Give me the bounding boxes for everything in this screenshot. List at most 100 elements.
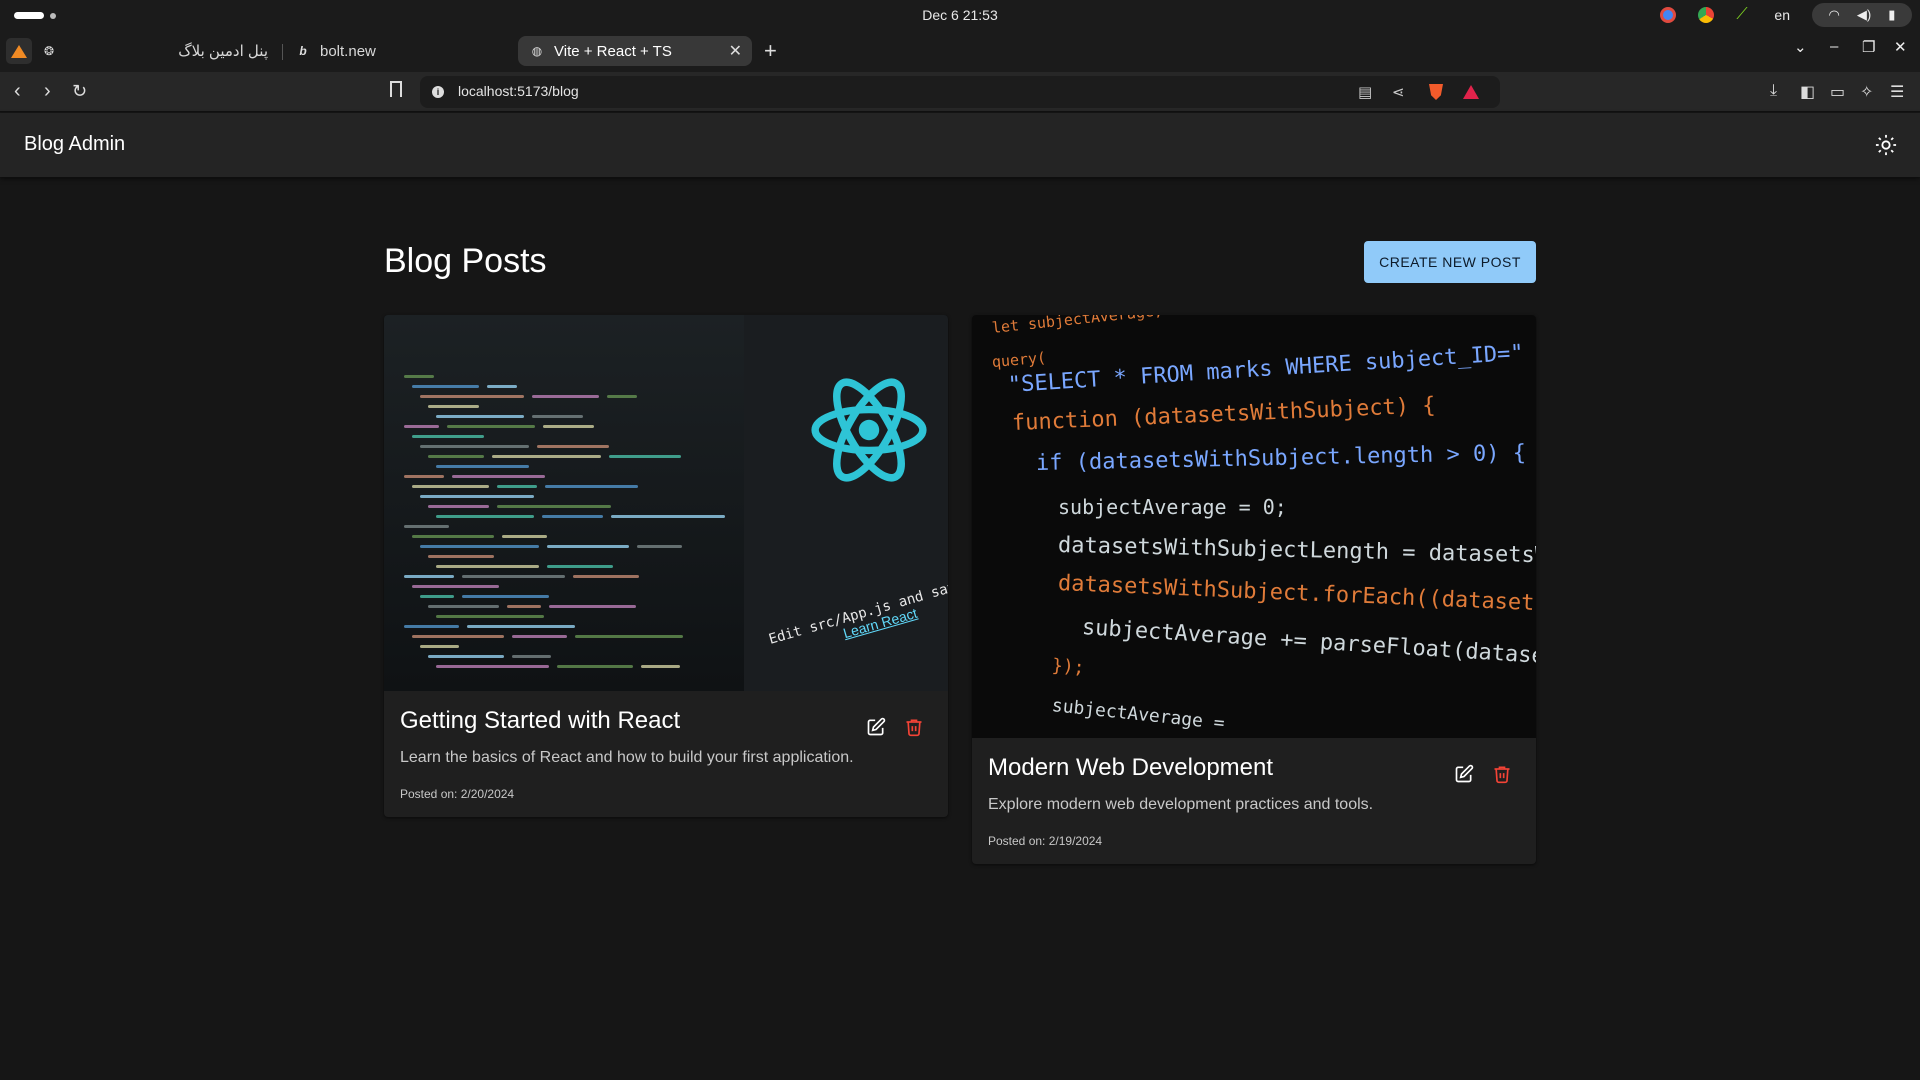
code-text-line: datasetsWithSubject.forEach((dataset) =>… bbox=[1057, 571, 1536, 619]
card-content: Modern Web Development Explore modern we… bbox=[972, 738, 1536, 864]
code-line-decoration bbox=[543, 425, 594, 428]
code-line-decoration bbox=[420, 545, 539, 548]
delete-icon[interactable] bbox=[1492, 764, 1512, 784]
wifi-icon: ◠ bbox=[1828, 7, 1840, 22]
tab-bolt-new[interactable]: b bolt.new bbox=[284, 36, 514, 66]
code-line-decoration bbox=[462, 595, 549, 598]
code-line-decoration bbox=[547, 565, 613, 568]
menu-icon[interactable]: ☰ bbox=[1890, 82, 1904, 102]
quick-settings[interactable]: ◠ ◀) ▮ bbox=[1812, 3, 1912, 27]
app-header: Blog Admin bbox=[0, 113, 1920, 177]
code-line-decoration bbox=[436, 565, 539, 568]
sidebar-icon[interactable]: ◧ bbox=[1800, 82, 1815, 102]
share-icon[interactable]: ⋖ bbox=[1392, 83, 1405, 101]
close-tab-icon[interactable]: ✕ bbox=[729, 41, 742, 61]
card-actions bbox=[1454, 764, 1512, 784]
site-info-icon[interactable]: i bbox=[432, 86, 444, 98]
sun-icon[interactable] bbox=[1872, 131, 1900, 159]
chrome-icon[interactable] bbox=[1698, 7, 1715, 23]
code-line-decoration bbox=[412, 585, 499, 588]
code-line-decoration bbox=[404, 625, 459, 628]
os-top-bar: Dec 6 21:53 ⟋ en ◠ ◀) ▮ bbox=[0, 0, 1920, 30]
code-line-decoration bbox=[467, 625, 575, 628]
url-text[interactable]: localhost:5173/blog bbox=[458, 83, 579, 99]
wallet-icon[interactable]: ▭ bbox=[1830, 82, 1845, 102]
volume-icon: ◀) bbox=[1856, 7, 1872, 22]
code-line-decoration bbox=[549, 605, 636, 608]
close-window-icon[interactable]: ✕ bbox=[1894, 38, 1907, 56]
post-card: Edit src/App.js and save to relo Learn R… bbox=[384, 315, 948, 817]
code-text-line: subjectAverage += parseFloat(dataset[" bbox=[1081, 615, 1536, 672]
post-title: Getting Started with React bbox=[400, 707, 681, 734]
code-line-decoration bbox=[547, 545, 629, 548]
post-description: Learn the basics of React and how to bui… bbox=[400, 749, 854, 766]
brave-rewards-icon[interactable] bbox=[1463, 85, 1479, 99]
minimize-icon[interactable]: – bbox=[1830, 38, 1838, 55]
tab-label: پنل ادمین بلاگ bbox=[178, 43, 268, 60]
code-line-decoration bbox=[436, 665, 549, 668]
back-icon[interactable]: ‹ bbox=[14, 80, 21, 102]
code-line-decoration bbox=[428, 605, 499, 608]
code-line-decoration bbox=[607, 395, 637, 398]
code-line-decoration bbox=[436, 415, 524, 418]
code-text-line: datasetsWithSubjectLength = datasetsWith… bbox=[1057, 533, 1536, 570]
tab-list-icon[interactable]: ⌄ bbox=[1794, 38, 1807, 56]
reader-mode-icon[interactable]: ▤ bbox=[1358, 83, 1372, 101]
tab-divider bbox=[282, 44, 283, 60]
edit-icon[interactable] bbox=[1454, 764, 1474, 784]
code-line-decoration bbox=[497, 485, 537, 488]
code-line-decoration bbox=[492, 455, 601, 458]
globe-icon: ◍ bbox=[531, 44, 543, 58]
chatgpt-icon: ❂ bbox=[44, 44, 55, 58]
post-date: Posted on: 2/19/2024 bbox=[988, 834, 1103, 848]
browser-tab-strip: ❂ پنل ادمین بلاگ b bolt.new ◍ Vite + Rea… bbox=[0, 30, 1920, 72]
delete-icon[interactable] bbox=[904, 717, 924, 737]
leo-ai-icon[interactable]: ✧ bbox=[1860, 82, 1873, 102]
code-line-decoration bbox=[487, 385, 517, 388]
new-tab-button[interactable]: + bbox=[764, 38, 777, 64]
code-editor-screen bbox=[384, 315, 744, 691]
code-line-decoration bbox=[512, 655, 551, 658]
keyboard-language[interactable]: en bbox=[1774, 7, 1790, 23]
tab-blog-admin-panel[interactable]: پنل ادمین بلاگ bbox=[150, 36, 280, 66]
code-line-decoration bbox=[537, 445, 609, 448]
system-tray: ⟋ en ◠ ◀) ▮ bbox=[1660, 3, 1912, 27]
code-line-decoration bbox=[404, 475, 444, 478]
forward-icon[interactable]: › bbox=[44, 80, 51, 102]
bolt-icon: b bbox=[299, 44, 307, 58]
code-text-line: }); bbox=[1051, 655, 1086, 679]
card-content: Getting Started with React Learn the bas… bbox=[384, 691, 948, 817]
page-title: Blog Posts bbox=[384, 242, 547, 280]
edit-icon[interactable] bbox=[866, 717, 886, 737]
maximize-icon[interactable]: ❐ bbox=[1862, 38, 1875, 56]
code-text-line: "SELECT * FROM marks WHERE subject_ID=" … bbox=[1007, 332, 1536, 398]
code-line-decoration bbox=[637, 545, 682, 548]
create-new-post-button[interactable]: CREATE NEW POST bbox=[1364, 241, 1536, 283]
app-indicator-icon[interactable] bbox=[1660, 7, 1677, 23]
code-text-line: subjectAverage = 0; bbox=[1058, 495, 1287, 519]
code-line-decoration bbox=[420, 495, 534, 498]
app-title: Blog Admin bbox=[24, 133, 126, 155]
bookmark-icon[interactable] bbox=[390, 81, 402, 97]
clock[interactable]: Dec 6 21:53 bbox=[0, 7, 1920, 23]
pinned-tab[interactable]: ❂ bbox=[44, 36, 62, 66]
code-line-decoration bbox=[436, 615, 544, 618]
code-line-decoration bbox=[462, 575, 565, 578]
activity-monitor-icon[interactable]: ⟋ bbox=[1736, 7, 1752, 23]
brave-menu-icon[interactable] bbox=[6, 38, 32, 64]
code-line-decoration bbox=[641, 665, 680, 668]
downloads-icon[interactable]: ⤓ bbox=[1770, 82, 1777, 100]
code-line-decoration bbox=[611, 515, 725, 518]
post-title: Modern Web Development bbox=[988, 754, 1274, 781]
tab-label: bolt.new bbox=[320, 42, 376, 60]
reload-icon[interactable]: ↻ bbox=[72, 80, 87, 102]
code-text-line: function (datasetsWithSubject) { bbox=[1011, 393, 1436, 436]
code-line-decoration bbox=[428, 655, 504, 658]
react-logo bbox=[811, 378, 927, 482]
code-line-decoration bbox=[532, 415, 583, 418]
tab-vite-react[interactable]: ◍ Vite + React + TS ✕ bbox=[518, 36, 752, 66]
address-bar[interactable]: i localhost:5173/blog ▤ ⋖ bbox=[420, 76, 1500, 108]
code-text-line: if (datasetsWithSubject.length > 0) { bbox=[1035, 440, 1527, 476]
code-line-decoration bbox=[532, 395, 599, 398]
brave-shields-icon[interactable] bbox=[1429, 84, 1443, 100]
